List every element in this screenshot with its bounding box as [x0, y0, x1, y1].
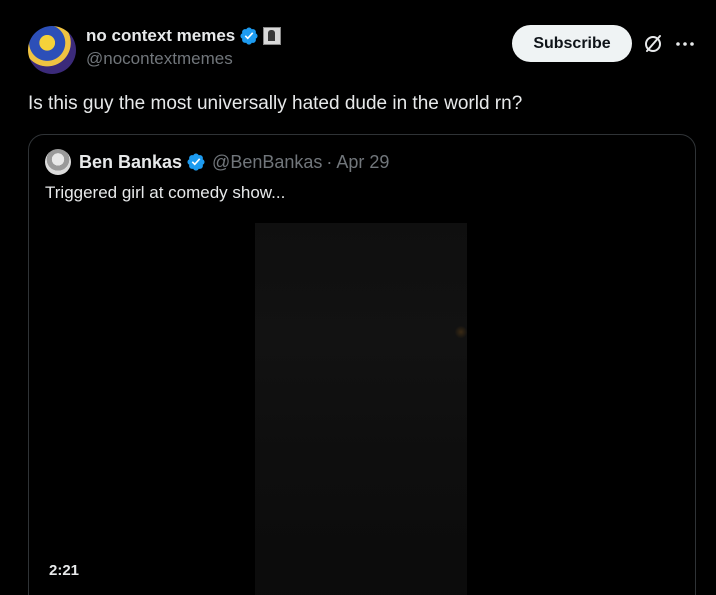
- quoted-tweet-card[interactable]: Ben Bankas @BenBankas · Apr 29 Triggered…: [28, 134, 696, 595]
- author-display-name[interactable]: no context memes: [86, 26, 235, 46]
- verified-badge-icon: [187, 153, 205, 171]
- video-player[interactable]: 2:21: [29, 223, 695, 595]
- subscribe-button[interactable]: Subscribe: [512, 25, 632, 62]
- tweet-text: Is this guy the most universally hated d…: [28, 93, 523, 114]
- quoted-author-display-name[interactable]: Ben Bankas: [79, 152, 182, 173]
- author-name-row: no context memes: [86, 25, 282, 47]
- more-icon[interactable]: [673, 32, 697, 56]
- video-frame: [255, 223, 467, 595]
- tweet-view: no context memes @nocontextmemes Subscri…: [0, 0, 716, 595]
- quoted-author-handle[interactable]: @BenBankas: [212, 152, 322, 173]
- author-name-block: no context memes @nocontextmemes: [86, 25, 282, 69]
- author-handle[interactable]: @nocontextmemes: [86, 49, 281, 69]
- author-avatar[interactable]: [28, 26, 76, 74]
- tweet-header: no context memes @nocontextmemes: [28, 25, 282, 74]
- affiliate-badge-icon[interactable]: [263, 27, 282, 45]
- quoted-tweet-text: Triggered girl at comedy show...: [45, 183, 286, 202]
- quoted-tweet-header: Ben Bankas @BenBankas · Apr 29: [45, 149, 389, 175]
- video-duration-badge: 2:21: [43, 560, 86, 581]
- grok-icon[interactable]: [641, 32, 665, 56]
- video-light-spot: [455, 325, 467, 339]
- verified-badge-icon: [240, 27, 258, 45]
- separator-dot: ·: [326, 151, 333, 172]
- quoted-author-avatar[interactable]: [45, 149, 71, 175]
- quoted-tweet-date[interactable]: Apr 29: [336, 152, 389, 173]
